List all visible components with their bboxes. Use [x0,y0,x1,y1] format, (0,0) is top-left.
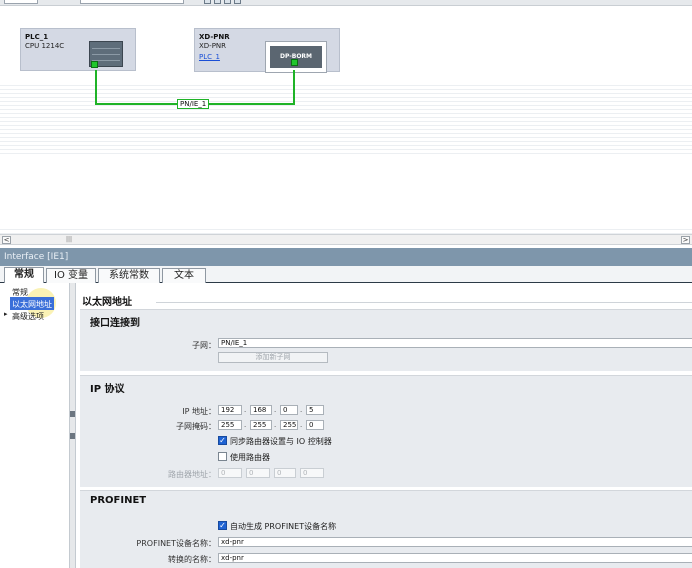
inspector-title: Interface [IE1] [0,248,692,266]
expand-arrow-icon[interactable] [70,433,75,439]
ethernet-port-icon[interactable] [291,59,298,66]
ip-octet-field[interactable]: 192 [218,405,242,415]
subnet-label[interactable]: PN/IE_1 [177,99,210,109]
device-plc[interactable]: PLC_1 CPU 1214C [20,28,136,71]
device-module-icon: DP-BORM [265,41,327,73]
add-subnet-button[interactable]: 添加新子网 [218,352,328,363]
router-address-label: 路由器地址： [168,470,216,479]
subnet-select[interactable]: PN/IE_1 [218,338,692,348]
mask-octet-field[interactable]: 255 [218,420,242,430]
tab-io-tags[interactable]: IO 变量 [46,268,96,283]
device-assigned-controller-link[interactable]: PLC_1 [199,53,220,61]
canvas-band [0,156,692,226]
ethernet-port-icon[interactable] [91,61,98,68]
collapse-arrow-icon[interactable] [70,411,75,417]
nav-item-ethernet-address[interactable]: 以太网地址 [12,299,52,310]
router-octet-field[interactable]: 0 [300,468,324,478]
ip-octet-field[interactable]: 168 [250,405,272,415]
use-router-label: 使用路由器 [230,453,270,462]
toolbar-icon-2[interactable] [214,0,221,4]
sync-router-label: 同步路由器设置与 IO 控制器 [230,437,332,446]
toolbar-zoom-field[interactable] [80,0,184,4]
toolbar-icon-3[interactable] [224,0,231,4]
device-type: CPU 1214C [25,42,65,50]
toolbar-icon-1[interactable] [204,0,211,4]
network-line[interactable] [95,70,97,103]
inspector-nav: 常规 [0,283,72,568]
scroll-left-button[interactable]: < [2,236,11,244]
use-router-checkbox[interactable] [218,452,227,461]
router-octet-field[interactable]: 0 [274,468,296,478]
panel-splitter[interactable] [69,283,76,568]
profinet-name-label: PROFINET设备名称： [136,539,216,548]
device-name: PLC_1 [25,33,49,41]
scroll-right-button[interactable]: > [681,236,690,244]
network-canvas[interactable]: PLC_1 CPU 1214C XD-PNR XD-PNR PLC_1 DP-B… [0,6,692,234]
device-xd-pnr[interactable]: XD-PNR XD-PNR PLC_1 DP-BORM [194,28,340,73]
panel-title: 接口连接到 [90,318,140,329]
inspector-content: 以太网地址 接口连接到 子网： PN/IE_1 添加新子网 IP 协议 IP 地… [76,283,692,568]
inspector-tabs: 常规 IO 变量 系统常数 文本 [0,266,692,283]
ip-octet-field[interactable]: 5 [306,405,324,415]
ip-octet-field[interactable]: 0 [280,405,298,415]
panel-title: IP 协议 [90,384,125,395]
network-line[interactable] [293,70,295,105]
panel-ip-protocol: IP 协议 IP 地址： 192 . 168 . 0 . 5 子网掩码： 255… [80,375,692,487]
scroll-grip-icon[interactable]: ||| [66,236,72,243]
router-octet-field[interactable]: 0 [218,468,242,478]
mask-octet-field[interactable]: 255 [280,420,298,430]
horizontal-scrollbar[interactable]: < ||| > [0,234,692,245]
sync-router-checkbox[interactable]: ✓ [218,436,227,445]
panel-title: PROFINET [90,495,147,506]
toolbar-icon-4[interactable] [234,0,241,4]
divider [156,302,692,303]
auto-name-checkbox[interactable]: ✓ [218,521,227,530]
tab-texts[interactable]: 文本 [162,268,206,283]
panel-profinet: PROFINET ✓ 自动生成 PROFINET设备名称 PROFINET设备名… [80,490,692,568]
toolbar-dropdown[interactable] [4,0,38,4]
converted-name-field[interactable]: xd-pnr [218,553,692,563]
nav-item-advanced-options[interactable]: 高级选项 [12,311,44,322]
mask-octet-field[interactable]: 0 [306,420,324,430]
router-octet-field[interactable]: 0 [246,468,270,478]
subnet-mask-label: 子网掩码： [176,422,216,431]
tab-general[interactable]: 常规 [4,267,44,283]
profinet-name-field[interactable]: xd-pnr [218,537,692,547]
ip-address-label: IP 地址： [182,407,216,416]
auto-name-label: 自动生成 PROFINET设备名称 [230,522,337,531]
device-type: XD-PNR [199,42,227,50]
tab-system-constants[interactable]: 系统常数 [98,268,160,283]
panel-interface-connection: 接口连接到 子网： PN/IE_1 添加新子网 [80,309,692,371]
expand-arrow-icon[interactable]: ▸ [4,310,8,318]
mask-octet-field[interactable]: 255 [250,420,272,430]
device-name: XD-PNR [199,33,230,41]
subnet-label: 子网： [192,341,216,350]
section-title: 以太网地址 [82,297,132,308]
converted-name-label: 转换的名称： [168,555,216,564]
